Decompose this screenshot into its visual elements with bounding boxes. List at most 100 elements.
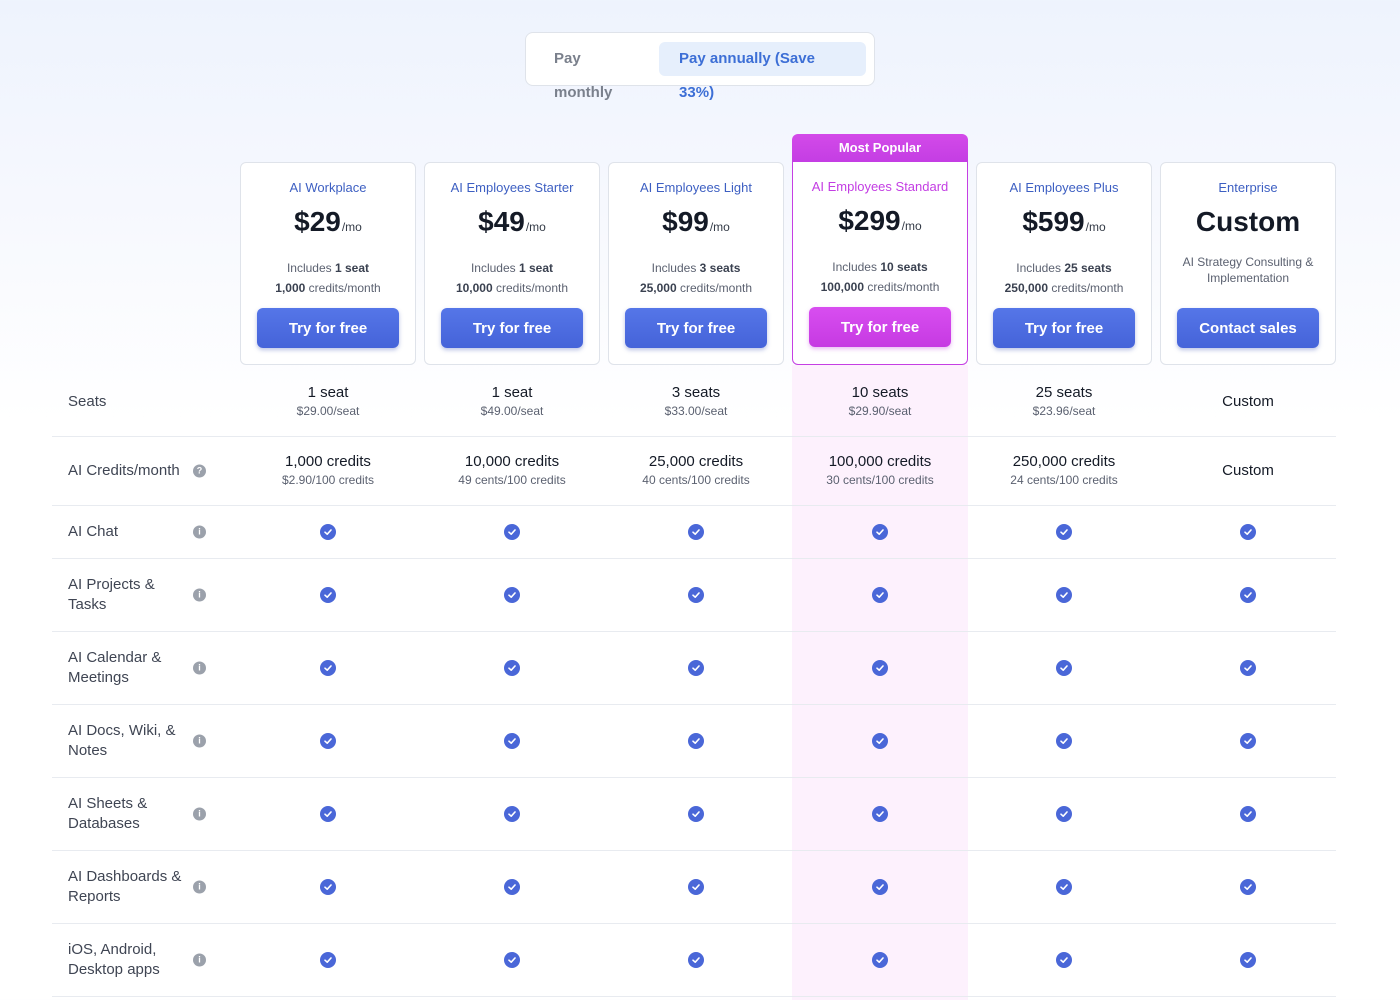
try-for-free-button[interactable]: Try for free: [809, 307, 951, 347]
plan-includes: Includes 1 seat 1,000 credits/month: [275, 261, 381, 295]
price-period: /mo: [1085, 220, 1106, 234]
plan-price: $49/mo: [425, 206, 599, 242]
check-icon: [1240, 587, 1256, 603]
plan-card-ai-employees-light: AI Employees Light $99/mo Includes 3 sea…: [608, 162, 784, 365]
info-icon[interactable]: i: [193, 661, 206, 675]
check-icon: [1056, 733, 1072, 749]
feature-label: AI Calendar & Meetings: [68, 649, 162, 686]
row-label: Seats: [68, 392, 107, 410]
feature-label: AI Dashboards & Reports: [68, 868, 182, 905]
plan-card-ai-workplace: AI Workplace $29/mo Includes 1 seat 1,00…: [240, 162, 416, 365]
check-icon: [320, 952, 336, 968]
feature-row: AI Sheets & Databases i: [52, 778, 1336, 851]
try-for-free-button[interactable]: Try for free: [625, 308, 767, 348]
feature-row: AI Calendar & Meetings i: [52, 632, 1336, 705]
price-amount: $599: [1022, 206, 1085, 237]
plan-name: AI Employees Plus: [1009, 180, 1119, 195]
check-icon: [1056, 524, 1072, 540]
info-icon[interactable]: i: [193, 807, 206, 821]
info-icon[interactable]: i: [193, 588, 206, 602]
check-icon: [688, 806, 704, 822]
check-icon: [504, 587, 520, 603]
plan-price: $299/mo: [793, 205, 967, 241]
try-for-free-button[interactable]: Try for free: [993, 308, 1135, 348]
check-icon: [320, 806, 336, 822]
question-icon[interactable]: ?: [193, 464, 206, 478]
price-amount: $299: [838, 205, 901, 236]
contact-sales-button[interactable]: Contact sales: [1177, 308, 1319, 348]
info-icon[interactable]: i: [193, 734, 206, 748]
check-icon: [320, 660, 336, 676]
feature-label: iOS, Android, Desktop apps: [68, 941, 160, 978]
credits-cell: 250,000 credits 24 cents/100 credits: [1010, 453, 1118, 487]
check-icon: [504, 733, 520, 749]
try-for-free-button[interactable]: Try for free: [257, 308, 399, 348]
credits-row: AI Credits/month ? 1,000 credits $2.90/10…: [52, 437, 1336, 506]
info-icon[interactable]: i: [193, 953, 206, 967]
plan-price: $599/mo: [977, 206, 1151, 242]
check-icon: [688, 879, 704, 895]
check-icon: [1240, 879, 1256, 895]
plan-name: Enterprise: [1218, 180, 1278, 195]
check-icon: [1056, 587, 1072, 603]
feature-label: AI Chat: [68, 523, 119, 540]
plan-includes: Includes 10 seats 100,000 credits/month: [820, 260, 940, 294]
plan-includes: Includes 3 seats 25,000 credits/month: [639, 261, 753, 295]
seats-cell: 25 seats $23.96/seat: [1032, 383, 1096, 418]
check-icon: [688, 587, 704, 603]
seats-cell: 1 seat $29.00/seat: [296, 383, 360, 418]
feature-row: AI Docs, Wiki, & Notes i: [52, 705, 1336, 778]
seats-cell: 3 seats $33.00/seat: [664, 383, 728, 418]
seats-row: Seats 1 seat $29.00/seat 1 seat $49.00/sea…: [52, 367, 1336, 437]
pay-monthly-option[interactable]: Pay monthly: [540, 42, 653, 101]
check-icon: [504, 879, 520, 895]
price-period: /mo: [901, 219, 922, 233]
feature-row: AI Chat i: [52, 506, 1336, 559]
price-period: /mo: [341, 220, 362, 234]
row-label: AI Credits/month: [68, 462, 180, 479]
feature-label: AI Projects & Tasks: [68, 576, 155, 613]
plan-name: AI Workplace: [289, 180, 367, 195]
check-icon: [504, 524, 520, 540]
plan-name: AI Employees Standard: [811, 179, 949, 194]
price-period: /mo: [709, 220, 730, 234]
check-icon: [688, 660, 704, 676]
price-period: /mo: [525, 220, 546, 234]
check-icon: [1240, 806, 1256, 822]
credits-cell: 1,000 credits $2.90/100 credits: [281, 453, 375, 487]
plan-includes: Includes 25 seats 250,000 credits/month: [1004, 261, 1124, 295]
check-icon: [872, 524, 888, 540]
check-icon: [1240, 733, 1256, 749]
check-icon: [1056, 806, 1072, 822]
feature-row: AI Projects & Tasks i: [52, 559, 1336, 632]
plan-card-ai-employees-standard: AI Employees Standard $299/mo Includes 1…: [792, 162, 968, 365]
check-icon: [872, 952, 888, 968]
check-icon: [688, 524, 704, 540]
plan-price: $29/mo: [241, 206, 415, 242]
credits-cell: 10,000 credits 49 cents/100 credits: [458, 453, 566, 487]
check-icon: [1240, 660, 1256, 676]
plan-name: AI Employees Starter: [450, 180, 574, 195]
feature-label: AI Docs, Wiki, & Notes: [68, 722, 176, 759]
check-icon: [320, 587, 336, 603]
check-icon: [1056, 952, 1072, 968]
plan-card-ai-employees-plus: AI Employees Plus $599/mo Includes 25 se…: [976, 162, 1152, 365]
try-for-free-button[interactable]: Try for free: [441, 308, 583, 348]
check-icon: [872, 806, 888, 822]
seats-cell: Custom: [1222, 392, 1274, 410]
info-icon[interactable]: i: [193, 525, 206, 539]
pay-annually-option[interactable]: Pay annually (Save 33%): [659, 42, 866, 101]
plan-description: AI Strategy Consulting & Implementation: [1182, 255, 1314, 285]
credits-cell: Custom: [1222, 462, 1274, 479]
price-amount: Custom: [1195, 206, 1301, 237]
plan-price: Custom: [1161, 206, 1335, 242]
seats-cell: 10 seats $29.90/seat: [848, 383, 912, 418]
plan-name: AI Employees Light: [639, 180, 752, 195]
plan-price: $99/mo: [609, 206, 783, 242]
check-icon: [872, 587, 888, 603]
check-icon: [504, 952, 520, 968]
check-icon: [320, 733, 336, 749]
plan-includes: Includes 1 seat 10,000 credits/month: [455, 261, 569, 295]
info-icon[interactable]: i: [193, 880, 206, 894]
check-icon: [1240, 952, 1256, 968]
